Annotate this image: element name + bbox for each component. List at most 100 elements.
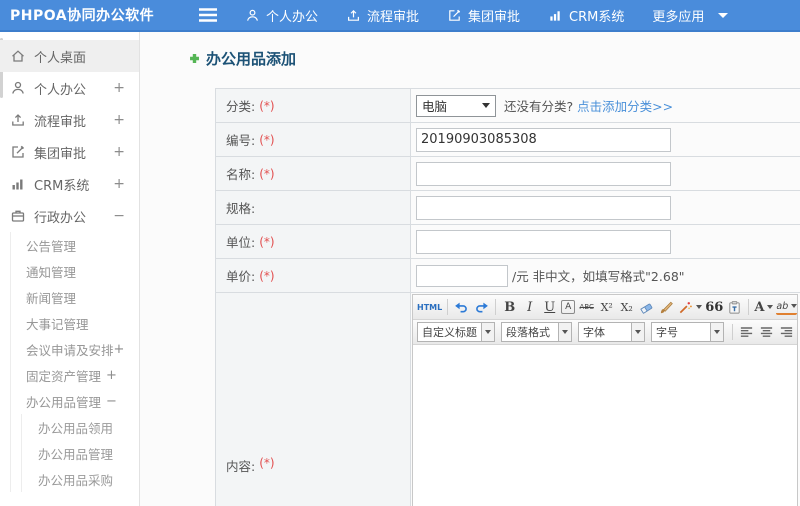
home-icon — [10, 48, 26, 64]
font-color-button[interactable]: A — [754, 298, 774, 317]
spec-input[interactable] — [416, 195, 671, 220]
form-row-name: 名称: (*) — [216, 157, 800, 191]
sidebar-item-notice-mgmt[interactable]: 通知管理 — [0, 258, 139, 284]
superscript-button-label: X² — [600, 300, 613, 314]
back-color-button[interactable]: ab — [776, 300, 798, 315]
undo-icon[interactable] — [453, 298, 470, 317]
nav-item-workflow-approval[interactable]: 流程审批 — [346, 6, 419, 25]
align-right-button[interactable] — [778, 323, 795, 342]
chart-icon — [548, 8, 563, 23]
sidebar-item-meeting-request[interactable]: 会议申请及安排 + — [0, 336, 139, 362]
nav-item-label: 个人办公 — [266, 9, 319, 25]
expand-toggle[interactable]: − — [106, 394, 117, 409]
nav-item-personal-office[interactable]: 个人办公 — [245, 6, 318, 25]
paragraph-select[interactable]: 段落格式 — [501, 322, 572, 342]
sidebar-item-workflow-approval[interactable]: 流程审批 + — [0, 104, 139, 136]
sidebar-item-office-supplies-purchase[interactable]: 办公用品采购 — [0, 466, 139, 492]
expand-toggle[interactable]: + — [113, 112, 125, 128]
expand-toggle[interactable]: − — [113, 208, 125, 224]
expand-toggle[interactable]: + — [113, 176, 125, 192]
nav-item-more-apps[interactable]: 更多应用 — [652, 6, 729, 25]
sidebar-item-label: 办公用品管理 — [26, 394, 102, 410]
blockquote-button-label: 66 — [705, 299, 724, 315]
sidebar-item-group-approval[interactable]: 集团审批 + — [0, 136, 139, 168]
expand-toggle[interactable]: + — [113, 144, 125, 160]
autotypeset-icon[interactable] — [678, 298, 703, 317]
paste-word-icon[interactable] — [726, 298, 743, 317]
price-input[interactable] — [416, 264, 508, 287]
align-left-icon — [739, 325, 754, 340]
font-size-select[interactable]: 字号 — [651, 322, 724, 342]
italic-button[interactable]: I — [521, 298, 538, 317]
align-center-button[interactable] — [758, 323, 775, 342]
toolbar-separator — [447, 299, 449, 315]
sidebar-item-crm-system[interactable]: CRM系统 + — [0, 168, 139, 200]
page-title-text: 办公用品添加 — [206, 50, 297, 68]
format-painter-icon[interactable] — [658, 298, 675, 317]
app-logo: PHPOA协同办公软件 — [10, 8, 155, 24]
sidebar-item-label: 个人办公 — [34, 82, 87, 98]
sidebar-item-news-mgmt[interactable]: 新闻管理 — [0, 284, 139, 310]
form-row-content: 内容: (*) HTML B I U A ABC X² X₂ 66 Aab 自定义标题 段落格式 字体… — [216, 293, 800, 506]
sidebar-item-fixed-assets-mgmt[interactable]: 固定资产管理 + — [0, 362, 139, 388]
toolbar-separator — [748, 299, 750, 315]
form-table: 分类: (*) 电脑 还没有分类? 点击添加分类>> 编号: (*) 20190… — [215, 88, 800, 506]
sidebar-item-label: 大事记管理 — [26, 316, 89, 332]
hamburger-menu-icon[interactable] — [197, 7, 219, 23]
edit-icon — [10, 144, 26, 160]
blockquote-button[interactable]: 66 — [705, 298, 723, 317]
redo-icon[interactable] — [473, 298, 490, 317]
editor-toolbar-row2: 自定义标题 段落格式 字体 字号 — [413, 320, 797, 345]
autotypeset-icon — [678, 300, 693, 315]
redo-icon — [474, 300, 489, 315]
sidebar-item-personal-office[interactable]: 个人办公 + — [0, 72, 139, 104]
nav-item-group-approval[interactable]: 集团审批 — [447, 6, 520, 25]
sidebar-item-announcement-mgmt[interactable]: 公告管理 — [0, 232, 139, 258]
bold-button[interactable]: B — [501, 298, 518, 317]
sidebar-item-office-supplies-borrow[interactable]: 办公用品领用 — [0, 414, 139, 440]
editor-content-area[interactable] — [413, 345, 797, 506]
form-row-category: 分类: (*) 电脑 还没有分类? 点击添加分类>> — [216, 89, 800, 123]
sidebar-item-label: 公告管理 — [26, 238, 77, 254]
dropdown-caret-icon — [710, 323, 723, 341]
custom-title-select[interactable]: 自定义标题 — [417, 322, 495, 342]
char-border-button[interactable]: A — [561, 300, 576, 314]
nav-item-crm-system[interactable]: CRM系统 — [548, 6, 624, 25]
sidebar-menu: 个人桌面 个人办公 + 流程审批 + 集团审批 + CRM系统 + 行政办公 − 公告管理 通知管理 新闻… — [0, 40, 139, 492]
sidebar-item-memorabilia-mgmt[interactable]: 大事记管理 — [0, 310, 139, 336]
dropdown-caret-icon — [631, 323, 644, 341]
source-code-button[interactable]: HTML — [417, 298, 442, 317]
add-plus-icon — [188, 52, 201, 65]
subscript-button[interactable]: X₂ — [618, 298, 635, 317]
align-left-button[interactable] — [738, 323, 755, 342]
required-mark: (*) — [259, 166, 275, 181]
chart-icon — [10, 176, 26, 192]
expand-toggle[interactable]: + — [106, 368, 117, 383]
user-icon — [10, 80, 26, 96]
strikethrough-button[interactable]: ABC — [578, 298, 595, 317]
add-category-link[interactable]: 点击添加分类>> — [577, 96, 673, 115]
category-select[interactable]: 电脑 — [416, 94, 496, 117]
code-input[interactable] — [416, 127, 671, 152]
superscript-button[interactable]: X² — [598, 298, 615, 317]
name-input[interactable] — [416, 161, 671, 186]
sidebar-item-label: 行政办公 — [34, 210, 87, 226]
category-label: 分类: — [226, 99, 256, 114]
eraser-icon — [639, 300, 654, 315]
eraser-icon[interactable] — [638, 298, 655, 317]
unit-input[interactable] — [416, 229, 671, 254]
briefcase-icon — [10, 208, 26, 224]
dropdown-caret-icon — [767, 305, 774, 309]
sidebar-item-label: CRM系统 — [34, 178, 90, 194]
font-family-select[interactable]: 字体 — [578, 322, 645, 342]
subscript-button-label: X₂ — [620, 300, 633, 314]
sidebar-item-personal-desktop[interactable]: 个人桌面 — [0, 40, 139, 72]
sidebar-item-office-supplies-mgmt[interactable]: 办公用品管理 − — [0, 388, 139, 414]
sidebar-item-office-supplies-manage[interactable]: 办公用品管理 — [0, 440, 139, 466]
underline-button[interactable]: U — [541, 298, 558, 317]
expand-toggle[interactable]: + — [114, 342, 125, 357]
category-hint: 还没有分类? — [504, 99, 574, 114]
sidebar-item-admin-office[interactable]: 行政办公 − — [0, 200, 139, 232]
expand-toggle[interactable]: + — [113, 80, 125, 96]
font-family-select-value: 字体 — [583, 326, 605, 339]
